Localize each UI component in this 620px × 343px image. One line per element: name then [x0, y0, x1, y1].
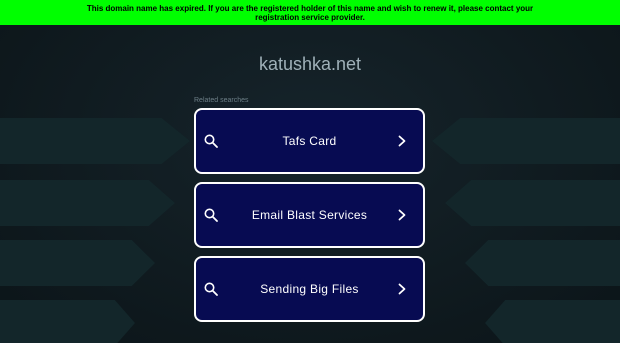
related-search-label: Tafs Card [282, 134, 337, 148]
parked-domain-page: This domain name has expired. If you are… [0, 0, 620, 343]
decorative-arrow-left [0, 240, 155, 286]
decorative-arrow-right [432, 118, 620, 164]
decorative-arrow-right [485, 300, 620, 343]
expired-domain-banner: This domain name has expired. If you are… [0, 0, 620, 25]
chevron-right-icon [398, 283, 406, 295]
banner-text: This domain name has expired. If you are… [86, 4, 534, 22]
search-icon [204, 208, 218, 222]
decorative-arrow-right [445, 180, 620, 226]
decorative-arrow-left [0, 118, 190, 164]
related-search-link-email-blast-services[interactable]: Email Blast Services [194, 182, 425, 248]
decorative-arrow-left [0, 300, 135, 343]
related-search-link-sending-big-files[interactable]: Sending Big Files [194, 256, 425, 322]
domain-title: katushka.net [258, 54, 362, 74]
related-search-label: Sending Big Files [260, 282, 359, 296]
decorative-arrow-right [465, 240, 620, 286]
related-search-link-tafs-card[interactable]: Tafs Card [194, 108, 425, 174]
chevron-right-icon [398, 209, 406, 221]
related-search-label: Email Blast Services [251, 208, 368, 222]
chevron-right-icon [398, 135, 406, 147]
related-searches-label: Related searches [194, 97, 249, 104]
search-icon [204, 282, 218, 296]
search-icon [204, 134, 218, 148]
decorative-arrow-left [0, 180, 175, 226]
